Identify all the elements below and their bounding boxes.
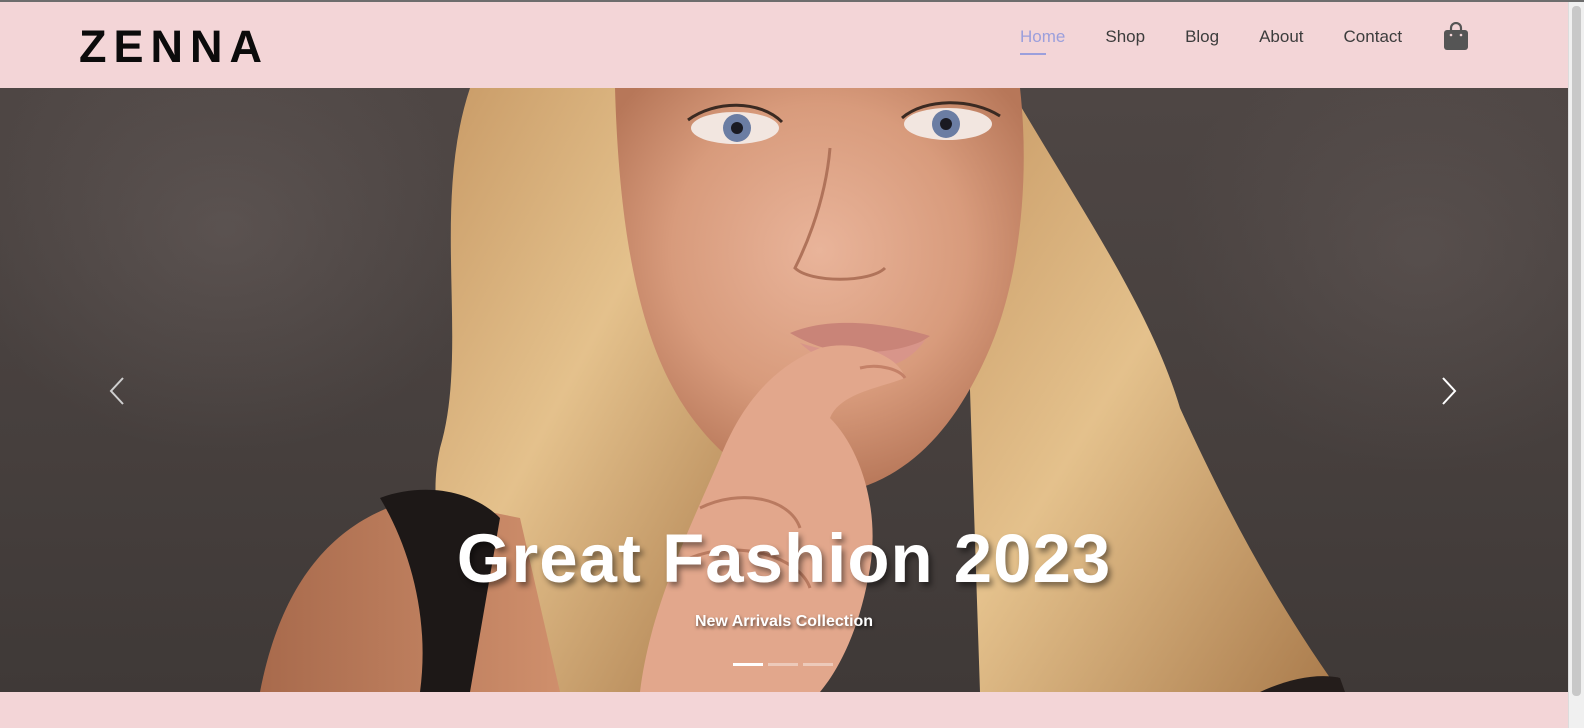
hero-title: Great Fashion 2023 [456,520,1112,597]
slide-indicator-2[interactable] [768,663,798,666]
main-nav: Home Shop Blog About Contact [1020,26,1442,56]
brand-logo[interactable]: ZENNA [79,24,269,69]
page-scrollbar[interactable] [1568,2,1584,728]
nav-item-home[interactable]: Home [1020,26,1065,55]
nav-item-about[interactable]: About [1259,26,1303,48]
nav-item-shop[interactable]: Shop [1105,26,1145,48]
next-section-strip [0,692,1568,728]
shopping-bag-icon[interactable] [1443,21,1469,50]
hero-model-image [260,88,1345,692]
hero-slider: Great Fashion 2023 New Arrivals Collecti… [0,88,1568,692]
chevron-left-icon [109,377,124,405]
nav-item-blog[interactable]: Blog [1185,26,1219,48]
slider-prev-button[interactable] [103,374,133,408]
site-header: ZENNA Home Shop Blog About Contact [0,2,1584,88]
chevron-right-icon [1442,377,1457,405]
slide-indicator-1[interactable] [733,663,763,666]
nav-item-contact[interactable]: Contact [1344,26,1403,48]
slider-next-button[interactable] [1434,374,1464,408]
slide-indicator-3[interactable] [803,663,833,666]
slider-indicators [733,663,833,666]
scrollbar-thumb[interactable] [1572,6,1581,696]
hero-subtitle: New Arrivals Collection [694,613,874,630]
